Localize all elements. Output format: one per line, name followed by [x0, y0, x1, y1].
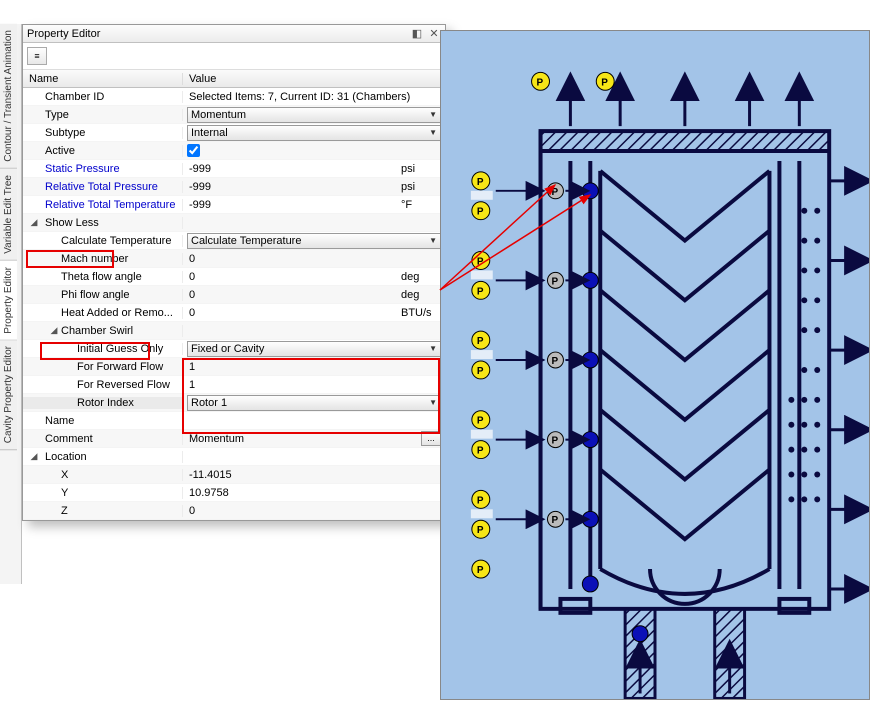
svg-text:P: P — [477, 207, 484, 218]
label-subtype: Subtype — [23, 127, 183, 139]
value-theta-angle[interactable]: 0 — [187, 271, 397, 283]
unit-psi: psi — [401, 181, 445, 193]
value-chamber-id: Selected Items: 7, Current ID: 31 (Chamb… — [187, 91, 441, 103]
plenum-nodes[interactable]: P P P P P — [548, 183, 564, 527]
label-z: Z — [23, 505, 183, 517]
svg-text:P: P — [477, 366, 484, 377]
label-active: Active — [23, 145, 183, 157]
model-canvas[interactable]: P P P P P P P P P P P P P P P P P P — [440, 30, 870, 700]
svg-text:P: P — [477, 177, 484, 188]
value-rel-total-temp[interactable]: -999 — [187, 199, 397, 211]
svg-text:P: P — [477, 416, 484, 427]
chevron-down-icon: ▼ — [429, 236, 437, 245]
unit-psi: psi — [401, 163, 445, 175]
unit-deg: deg — [401, 289, 445, 301]
panel-toolbar: ≡ — [23, 43, 445, 70]
dropdown-initial-guess[interactable]: Fixed or Cavity ▼ — [187, 341, 441, 357]
chevron-down-icon: ▼ — [429, 344, 437, 353]
label-static-pressure[interactable]: Static Pressure — [23, 163, 183, 175]
grid-header: Name Value — [23, 70, 445, 88]
expander-chamber-swirl[interactable]: ◢ — [47, 325, 61, 336]
grid-rows: Chamber ID Selected Items: 7, Current ID… — [23, 88, 445, 520]
tab-variable-edit-tree[interactable]: Variable Edit Tree — [0, 169, 17, 261]
svg-text:P: P — [477, 256, 484, 267]
browse-button[interactable]: ... — [421, 431, 441, 446]
checkbox-active[interactable] — [187, 144, 200, 157]
label-reversed-flow: For Reversed Flow — [23, 379, 183, 391]
label-comment: Comment — [23, 433, 183, 445]
tab-contour-animation[interactable]: Contour / Transient Animation — [0, 24, 17, 169]
unit-degf: °F — [401, 199, 445, 211]
value-x[interactable]: -11.4015 — [187, 469, 441, 481]
property-editor-panel: Property Editor ◧ ✕ ≡ Name Value Chamber… — [22, 24, 446, 521]
chevron-down-icon: ▼ — [429, 128, 437, 137]
svg-text:P: P — [477, 286, 484, 297]
label-type: Type — [23, 109, 183, 121]
label-chamber-id: Chamber ID — [23, 91, 183, 103]
expander-show-less[interactable]: ◢ — [27, 217, 41, 228]
value-reversed-flow[interactable]: 1 — [187, 379, 441, 391]
label-mach-number: Mach number — [23, 253, 183, 265]
svg-text:P: P — [551, 515, 558, 526]
value-static-pressure[interactable]: -999 — [187, 163, 397, 175]
side-tab-strip: Contour / Transient Animation Variable E… — [0, 24, 22, 584]
svg-text:P: P — [537, 77, 544, 88]
dock-icon[interactable]: ◧ — [410, 27, 424, 40]
value-forward-flow[interactable]: 1 — [187, 361, 441, 373]
dropdown-calc-temperature[interactable]: Calculate Temperature ▼ — [187, 233, 441, 249]
label-x: X — [23, 469, 183, 481]
svg-text:P: P — [477, 446, 484, 457]
label-location[interactable]: Location — [23, 451, 183, 463]
svg-text:P: P — [551, 276, 558, 287]
panel-title-text: Property Editor — [27, 28, 100, 40]
svg-text:P: P — [477, 565, 484, 576]
expander-location[interactable]: ◢ — [27, 451, 41, 462]
tab-cavity-property-editor[interactable]: Cavity Property Editor — [0, 340, 17, 450]
label-show-less[interactable]: Show Less — [23, 217, 183, 229]
tab-property-editor[interactable]: Property Editor — [0, 261, 17, 341]
value-z[interactable]: 0 — [187, 505, 441, 517]
svg-text:P: P — [551, 436, 558, 447]
unit-deg: deg — [401, 271, 445, 283]
svg-text:P: P — [477, 495, 484, 506]
value-comment[interactable]: Momentum — [187, 433, 419, 445]
label-theta-angle: Theta flow angle — [23, 271, 183, 283]
menu-button[interactable]: ≡ — [27, 47, 47, 65]
svg-text:P: P — [477, 336, 484, 347]
label-initial-guess: Initial Guess Only — [23, 343, 183, 355]
value-mach-number[interactable]: 0 — [187, 253, 441, 265]
svg-text:P: P — [551, 187, 558, 198]
label-y: Y — [23, 487, 183, 499]
svg-text:P: P — [601, 77, 608, 88]
value-rel-total-pressure[interactable]: -999 — [187, 181, 397, 193]
chevron-down-icon: ▼ — [429, 398, 437, 407]
header-name[interactable]: Name — [23, 73, 183, 85]
close-icon[interactable]: ✕ — [427, 27, 441, 40]
dropdown-rotor-index[interactable]: Rotor 1 ▼ — [187, 395, 441, 411]
label-rel-total-pressure[interactable]: Relative Total Pressure — [23, 181, 183, 193]
value-phi-angle[interactable]: 0 — [187, 289, 397, 301]
label-rel-total-temp[interactable]: Relative Total Temperature — [23, 199, 183, 211]
chevron-down-icon: ▼ — [429, 110, 437, 119]
label-name: Name — [23, 415, 183, 427]
panel-titlebar: Property Editor ◧ ✕ — [23, 25, 445, 43]
label-rotor-index: Rotor Index — [23, 397, 183, 409]
label-forward-flow: For Forward Flow — [23, 361, 183, 373]
label-heat-added-removed: Heat Added or Remo... — [23, 307, 183, 319]
unit-btus: BTU/s — [401, 307, 445, 319]
dropdown-type[interactable]: Momentum ▼ — [187, 107, 441, 123]
dropdown-subtype[interactable]: Internal ▼ — [187, 125, 441, 141]
label-phi-angle: Phi flow angle — [23, 289, 183, 301]
value-heat-added-removed[interactable]: 0 — [187, 307, 397, 319]
svg-text:P: P — [551, 356, 558, 367]
connector-labels — [471, 191, 493, 518]
label-calc-temperature: Calculate Temperature — [23, 235, 183, 247]
value-y[interactable]: 10.9758 — [187, 487, 441, 499]
header-value[interactable]: Value — [183, 73, 445, 85]
svg-text:P: P — [477, 525, 484, 536]
